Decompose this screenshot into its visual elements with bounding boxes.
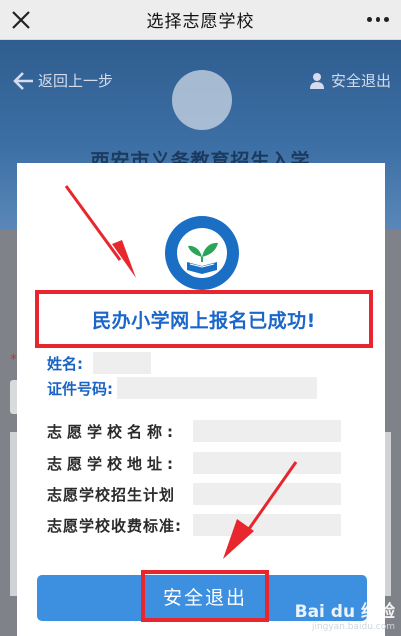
success-message: 民办小学网上报名已成功! bbox=[92, 309, 316, 332]
back-button[interactable]: 返回上一步 bbox=[12, 70, 113, 91]
close-icon[interactable] bbox=[8, 7, 34, 33]
arrow-left-icon bbox=[13, 71, 33, 90]
required-mark: * bbox=[10, 352, 17, 368]
success-highlight-box: 民办小学网上报名已成功! bbox=[35, 290, 373, 348]
education-logo-icon bbox=[165, 216, 239, 290]
watermark-url: jingyan.baidu.com bbox=[311, 622, 395, 632]
field-label: 志愿学校地址: bbox=[47, 454, 178, 473]
field-school-plan: 志愿学校招生计划 bbox=[47, 483, 341, 505]
field-id-number: 证件号码: bbox=[47, 377, 317, 399]
baidu-watermark: Bai du 经验 jingyan.baidu.com bbox=[295, 597, 395, 632]
page-title: 选择志愿学校 bbox=[146, 12, 255, 32]
field-value-redacted bbox=[193, 514, 341, 536]
field-label: 志愿学校名称: bbox=[47, 422, 178, 441]
field-label: 志愿学校收费标准: bbox=[47, 516, 182, 535]
field-value-redacted bbox=[193, 483, 341, 505]
exit-button[interactable]: 安全退出 bbox=[141, 570, 269, 622]
field-label: 证件号码: bbox=[47, 379, 113, 398]
field-value-redacted bbox=[93, 352, 151, 374]
field-school-fee: 志愿学校收费标准: bbox=[47, 514, 341, 536]
watermark-logo: Bai du 经验 bbox=[294, 602, 395, 622]
field-label: 姓名: bbox=[47, 354, 83, 373]
top-nav-bar: 选择志愿学校 bbox=[0, 0, 401, 40]
field-name: 姓名: bbox=[47, 352, 151, 374]
exit-label: 安全退出 bbox=[330, 72, 391, 90]
user-icon bbox=[309, 72, 324, 89]
field-label: 志愿学校招生计划 bbox=[47, 485, 176, 504]
field-value-redacted bbox=[193, 452, 341, 474]
field-value-redacted bbox=[193, 420, 341, 442]
field-value-redacted bbox=[117, 377, 317, 399]
back-label: 返回上一步 bbox=[38, 72, 114, 90]
banner-logo bbox=[172, 70, 232, 130]
field-school-address: 志愿学校地址: bbox=[47, 452, 341, 474]
more-icon[interactable] bbox=[367, 12, 390, 26]
field-school-name: 志愿学校名称: bbox=[47, 420, 341, 442]
exit-button-label: 安全退出 bbox=[162, 586, 247, 609]
success-dialog: 民办小学网上报名已成功! 姓名: 证件号码: 志愿学校名称: 志愿学校地址: 志… bbox=[17, 163, 385, 636]
exit-link[interactable]: 安全退出 bbox=[309, 70, 391, 91]
